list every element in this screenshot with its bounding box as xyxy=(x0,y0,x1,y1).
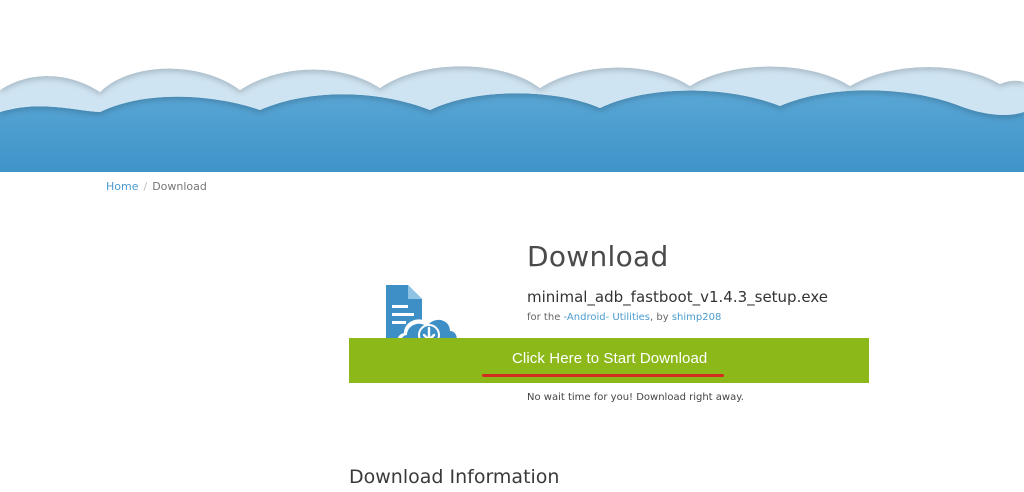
file-name: minimal_adb_fastboot_v1.4.3_setup.exe xyxy=(527,288,828,306)
start-download-label: Click Here to Start Download xyxy=(512,350,708,367)
breadcrumb-separator: / xyxy=(143,180,148,193)
red-underline-annotation xyxy=(482,374,724,377)
cloud-banner-graphic xyxy=(0,0,1024,172)
file-meta: for the -Android- Utilities, by shimp208 xyxy=(527,312,721,323)
download-information-heading: Download Information xyxy=(349,466,560,488)
no-wait-note: No wait time for you! Download right awa… xyxy=(527,392,744,403)
author-link[interactable]: shimp208 xyxy=(672,312,722,323)
breadcrumb-home-link[interactable]: Home xyxy=(106,180,138,193)
breadcrumb: Home / Download xyxy=(106,180,207,193)
meta-by-prefix: , by xyxy=(650,312,669,323)
meta-for-prefix: for the xyxy=(527,312,561,323)
header-banner xyxy=(0,0,1024,172)
category-link[interactable]: -Android- Utilities xyxy=(564,312,650,323)
page-title: Download xyxy=(527,240,669,273)
breadcrumb-current: Download xyxy=(152,180,207,193)
